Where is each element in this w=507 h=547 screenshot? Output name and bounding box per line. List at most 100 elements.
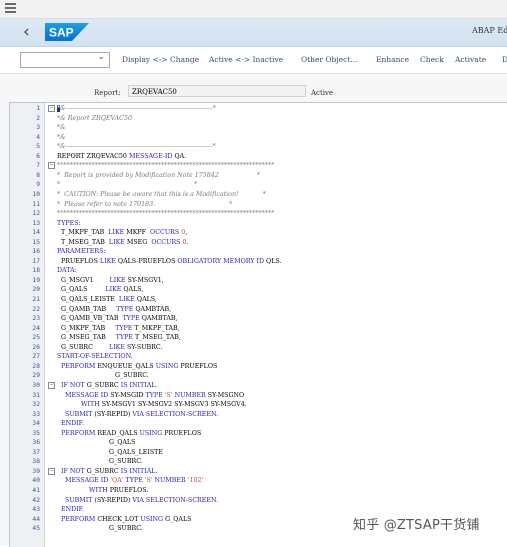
code-line[interactable]: 12 **************************************… <box>10 209 507 218</box>
code-token: G_MKPF_TAB <box>57 324 116 332</box>
code-token: SY-MSGID <box>108 391 146 399</box>
code-line[interactable]: 27 START-OF-SELECTION. <box>10 352 507 361</box>
code-line[interactable]: 37 G_QALS_LEISTE <box>10 448 507 457</box>
logo-text: SAP <box>49 26 74 40</box>
keyword: PERFORM <box>61 362 96 370</box>
code-line[interactable]: 11 * Please refer to note 170183. * <box>10 200 507 209</box>
line-number: 23 <box>32 315 40 323</box>
keyword: NUMBER <box>174 391 206 399</box>
code-line[interactable]: 13 TYPES: <box>10 219 507 228</box>
code-line[interactable]: 31 MESSAGE ID SY-MSGID TYPE 'S' NUMBER S… <box>10 391 507 400</box>
code-line[interactable]: 39− IF NOT G_SUBRC IS INITIAL. <box>10 467 507 476</box>
line-number: 16 <box>32 248 40 256</box>
code-text: PARAMETERS: <box>57 247 106 256</box>
code-line[interactable]: 34 ENDIF. <box>10 419 507 428</box>
code-line[interactable]: 28 PERFORM ENQUEUE_QALS USING PRUEFLOS <box>10 362 507 371</box>
code-line[interactable]: 2 *& Report ZRQEVAC50 <box>10 114 507 123</box>
code-line[interactable]: 9 * * <box>10 180 507 189</box>
code-token: PRUEFLOS <box>162 429 202 437</box>
line-number: 32 <box>32 401 40 409</box>
keyword: LIKE <box>105 286 122 294</box>
code-text: PERFORM CHECK_LOT USING G_QALS <box>57 515 191 524</box>
line-number: 33 <box>32 410 40 418</box>
code-token: G_QALS <box>163 515 192 523</box>
code-line[interactable]: 14 T_MKPF_TAB LIKE MKPF OCCURS 0, <box>10 228 507 237</box>
code-line[interactable]: 36 G_QALS <box>10 438 507 447</box>
code-token: G_QALS_LEISTE <box>57 296 119 303</box>
fold-icon[interactable]: − <box>48 467 55 475</box>
code-line[interactable]: 40 MESSAGE ID 'QA' TYPE 'S' NUMBER '102' <box>10 476 507 485</box>
code-line[interactable]: 42 SUBMIT (SY-REPID) VIA SELECTION-SCREE… <box>10 496 507 505</box>
code-line[interactable]: 19 G_MSGV1 LIKE SY-MSGV1, <box>10 276 507 285</box>
code-line[interactable]: 18 DATA: <box>10 266 507 275</box>
fold-icon[interactable]: − <box>48 381 55 389</box>
code-token: QALS, <box>121 286 144 294</box>
code-token: G_SUBRC. <box>57 525 143 533</box>
active-inactive-button[interactable]: Active <-> Inactive <box>209 55 283 64</box>
code-line[interactable]: 30− IF NOT G_SUBRC IS INITIAL. <box>10 381 507 390</box>
code-line[interactable]: 10 * CAUTION: Please be aware that this i… <box>10 190 507 199</box>
object-dropdown[interactable]: ⌄ <box>20 52 110 68</box>
sap-logo: SAP <box>45 23 89 41</box>
code-text: * Report is provided by Modification Not… <box>57 171 260 180</box>
literal: 'S' <box>164 391 173 399</box>
code-line[interactable]: 20 G_QALS LIKE QALS, <box>10 285 507 294</box>
code-line[interactable]: 32 WITH SY-MSGV1 SY-MSGV2 SY-MSGV3 SY-MS… <box>10 400 507 409</box>
code-line[interactable]: 7− **************************************… <box>10 161 507 170</box>
check-button[interactable]: Check <box>420 55 444 64</box>
activate-button[interactable]: Activate <box>455 55 486 64</box>
report-label: Report: <box>94 89 121 97</box>
code-line[interactable]: 8 * Report is provided by Modification No… <box>10 171 507 180</box>
code-editor[interactable]: 1− *&------------------------------------… <box>9 102 507 547</box>
code-line[interactable]: 3 *& <box>10 123 507 132</box>
enhance-button[interactable]: Enhance <box>376 55 409 64</box>
code-line[interactable]: 43 ENDIF. <box>10 505 507 514</box>
display-change-button[interactable]: Display <-> Change <box>122 55 199 64</box>
code-line[interactable]: 41 WITH PRUEFLOS. <box>10 486 507 495</box>
code-text: MESSAGE ID 'QA' TYPE 'S' NUMBER '102' <box>57 476 203 485</box>
keyword: TYPE <box>115 334 133 342</box>
code-line[interactable]: 38 G_SUBRC. <box>10 457 507 466</box>
line-number: 36 <box>32 439 40 447</box>
code-line[interactable]: 5 *&-------------------------------------… <box>10 142 507 151</box>
code-line[interactable]: 35 PERFORM READ_QALS USING PRUEFLOS <box>10 429 507 438</box>
code-line[interactable]: 22 G_QAMB_TAB TYPE QAMBTAB, <box>10 305 507 314</box>
code-line[interactable]: 24 G_MKPF_TAB TYPE T_MKPF_TAB, <box>10 324 507 333</box>
more-button[interactable]: D <box>502 55 507 64</box>
code-line[interactable]: 23 G_QAMB_VB_TAB TYPE QAMBTAB, <box>10 314 507 323</box>
code-line[interactable]: 17 PRUEFLOS LIKE QALS-PRUEFLOS OBLIGATOR… <box>10 257 507 266</box>
code-text: WITH PRUEFLOS. <box>57 486 148 495</box>
chevron-down-icon[interactable]: ⌄ <box>97 52 105 62</box>
line-number: 4 <box>36 133 40 141</box>
code-text: G_QALS LIKE QALS, <box>57 285 143 294</box>
keyword: LIKE <box>108 229 125 237</box>
back-arrow-icon[interactable]: ‹ <box>23 21 30 43</box>
code-text: G_QAMB_VB_TAB TYPE QAMBTAB, <box>57 314 178 323</box>
code-line[interactable]: 21 G_QALS_LEISTE LIKE QALS, <box>10 295 507 304</box>
line-number: 27 <box>32 353 40 361</box>
report-field[interactable]: ZRQEVAC50 <box>128 85 306 97</box>
other-object-button[interactable]: Other Object... <box>301 55 357 64</box>
comment: * Report is provided by Modification Not… <box>57 171 260 179</box>
comment: *& Report ZRQEVAC50 <box>57 114 132 122</box>
code-text: *&--------------------------------------… <box>57 104 216 113</box>
code-text: ENDIF. <box>57 419 84 428</box>
code-line[interactable]: 26 G_SUBRC LIKE SY-SUBRC. <box>10 343 507 352</box>
code-line[interactable]: 25 G_MSEG_TAB TYPE T_MSEG_TAB, <box>10 333 507 342</box>
code-token: SY-MSGV1 SY-MSGV2 SY-MSGV3 SY-MSGV4. <box>99 401 247 409</box>
code-token: SY-MSGNO <box>205 391 245 399</box>
menu-icon[interactable] <box>5 3 16 15</box>
code-line[interactable]: 15 T_MSEG_TAB LIKE MSEG OCCURS 0. <box>10 238 507 247</box>
code-line[interactable]: 33 SUBMIT (SY-REPID) VIA SELECTION-SCREE… <box>10 410 507 419</box>
code-text: *&--------------------------------------… <box>57 142 216 151</box>
code-text: * Please refer to note 170183. * <box>57 200 232 209</box>
code-text: * CAUTION: Please be aware that this is … <box>57 190 266 199</box>
code-line[interactable]: 4 *& <box>10 133 507 142</box>
fold-icon[interactable]: − <box>48 105 55 112</box>
code-line[interactable]: 16 PARAMETERS: <box>10 247 507 256</box>
code-line[interactable]: 1 − *&------------------------------------… <box>10 104 507 113</box>
fold-icon[interactable]: − <box>48 162 55 170</box>
code-line[interactable]: 6 REPORT ZRQEVAC50 MESSAGE-ID QA. <box>10 152 507 161</box>
code-line[interactable]: 29 G_SUBRC. <box>10 371 507 380</box>
